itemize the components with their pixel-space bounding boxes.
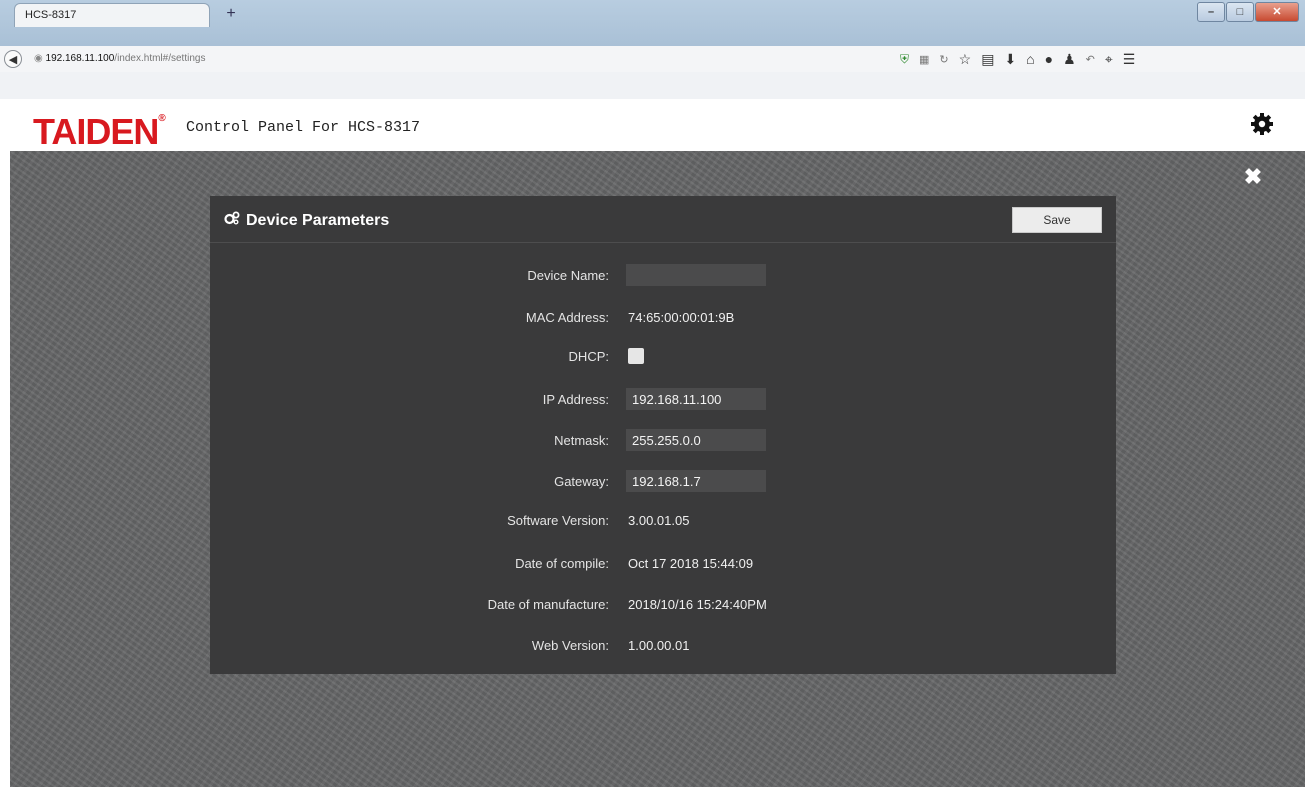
ip-address-row: IP Address: bbox=[210, 388, 1116, 410]
logo-text: TAIDEN bbox=[33, 111, 159, 152]
new-tab-button[interactable]: + bbox=[218, 3, 244, 25]
back-arrow-icon[interactable]: ◀ bbox=[4, 50, 22, 68]
gateway-input[interactable] bbox=[626, 470, 766, 492]
ip-address-input[interactable] bbox=[626, 388, 766, 410]
maximize-button[interactable]: □ bbox=[1226, 2, 1254, 22]
web-version-value: 1.00.00.01 bbox=[628, 638, 690, 653]
download-icon[interactable]: ⬇ bbox=[1004, 51, 1016, 68]
dhcp-label: DHCP: bbox=[568, 349, 609, 364]
chat-icon[interactable]: ● bbox=[1045, 51, 1053, 67]
gear-icon[interactable] bbox=[1249, 111, 1275, 137]
browser-tab[interactable]: HCS-8317 bbox=[14, 3, 210, 27]
shield-icon[interactable]: ⛨ bbox=[900, 52, 909, 67]
date-compile-row: Date of compile: Oct 17 2018 15:44:09 bbox=[210, 552, 1116, 574]
netmask-label: Netmask: bbox=[554, 433, 609, 448]
panel-title-text: Device Parameters bbox=[246, 211, 390, 229]
address-bar[interactable]: ◉ 192.168.11.100/index.html#/settings bbox=[26, 49, 904, 69]
tab-bar: HCS-8317 + – □ ✕ bbox=[0, 0, 1305, 46]
dhcp-row: DHCP: bbox=[210, 345, 1116, 367]
software-version-value: 3.00.01.05 bbox=[628, 513, 690, 528]
navigation-bar: ◀ ◉ 192.168.11.100/index.html#/settings … bbox=[0, 46, 1305, 73]
home-icon[interactable]: ⌂ bbox=[1026, 51, 1034, 67]
software-version-label: Software Version: bbox=[507, 513, 609, 528]
mac-address-label: MAC Address: bbox=[525, 310, 609, 325]
browser-strip bbox=[0, 72, 1305, 99]
panel-header: Device Parameters Save bbox=[210, 196, 1116, 243]
minimize-button[interactable]: – bbox=[1197, 2, 1225, 22]
toolbar-icons: ⛨ ▦ ↻ ☆ ▤ ⬇ ⌂ ● ♟ ↶ ⌖ ☰ bbox=[900, 48, 1135, 70]
mac-address-row: MAC Address: 74:65:00:00:01:9B bbox=[210, 306, 1116, 328]
logo-mark: ® bbox=[158, 113, 165, 124]
device-name-row: Device Name: bbox=[210, 264, 1116, 286]
window-controls: – □ ✕ bbox=[1197, 2, 1299, 24]
device-name-input[interactable] bbox=[626, 264, 766, 286]
close-icon[interactable]: ✖ bbox=[1242, 166, 1264, 188]
crop-icon[interactable]: ⌖ bbox=[1105, 51, 1113, 68]
reading-list-icon[interactable]: ▤ bbox=[981, 51, 994, 68]
person-icon[interactable]: ♟ bbox=[1063, 51, 1076, 68]
ip-address-label: IP Address: bbox=[542, 392, 609, 407]
globe-icon: ◉ bbox=[34, 53, 43, 64]
gateway-row: Gateway: bbox=[210, 470, 1116, 492]
tab-title: HCS-8317 bbox=[25, 9, 77, 21]
app-header: TAIDEN® Control Panel For HCS-8317 bbox=[10, 99, 1305, 152]
dhcp-checkbox[interactable] bbox=[628, 348, 644, 364]
device-name-label: Device Name: bbox=[527, 268, 609, 283]
browser-window: HCS-8317 + – □ ✕ ◀ ◉ 192.168.11.100/inde… bbox=[0, 0, 1305, 787]
taiden-logo: TAIDEN® bbox=[33, 109, 166, 152]
menu-icon[interactable]: ☰ bbox=[1123, 51, 1136, 68]
settings-cogs-icon bbox=[224, 211, 240, 230]
app-subtitle: Control Panel For HCS-8317 bbox=[186, 119, 421, 136]
url-path: /index.html#/settings bbox=[114, 53, 206, 64]
url-host: 192.168.11.100 bbox=[45, 53, 115, 64]
netmask-input[interactable] bbox=[626, 429, 766, 451]
reload-icon[interactable]: ↻ bbox=[939, 53, 948, 66]
date-compile-value: Oct 17 2018 15:44:09 bbox=[628, 556, 754, 571]
date-manufacture-row: Date of manufacture: 2018/10/16 15:24:40… bbox=[210, 593, 1116, 615]
device-parameters-panel: Device Parameters Save Device Name: MAC … bbox=[210, 196, 1116, 674]
mac-address-value: 74:65:00:00:01:9B bbox=[628, 310, 735, 325]
undo-icon[interactable]: ↶ bbox=[1086, 53, 1095, 66]
gateway-label: Gateway: bbox=[554, 474, 609, 489]
panel-title: Device Parameters bbox=[224, 211, 389, 230]
web-version-label: Web Version: bbox=[531, 638, 609, 653]
qr-icon[interactable]: ▦ bbox=[919, 53, 929, 66]
date-manufacture-label: Date of manufacture: bbox=[487, 597, 609, 612]
web-version-row: Web Version: 1.00.00.01 bbox=[210, 634, 1116, 656]
netmask-row: Netmask: bbox=[210, 429, 1116, 451]
star-icon[interactable]: ☆ bbox=[959, 51, 972, 68]
software-version-row: Software Version: 3.00.01.05 bbox=[210, 509, 1116, 531]
date-compile-label: Date of compile: bbox=[515, 556, 609, 571]
date-manufacture-value: 2018/10/16 15:24:40PM bbox=[628, 597, 767, 612]
save-button[interactable]: Save bbox=[1012, 207, 1102, 233]
window-close-button[interactable]: ✕ bbox=[1255, 2, 1299, 22]
